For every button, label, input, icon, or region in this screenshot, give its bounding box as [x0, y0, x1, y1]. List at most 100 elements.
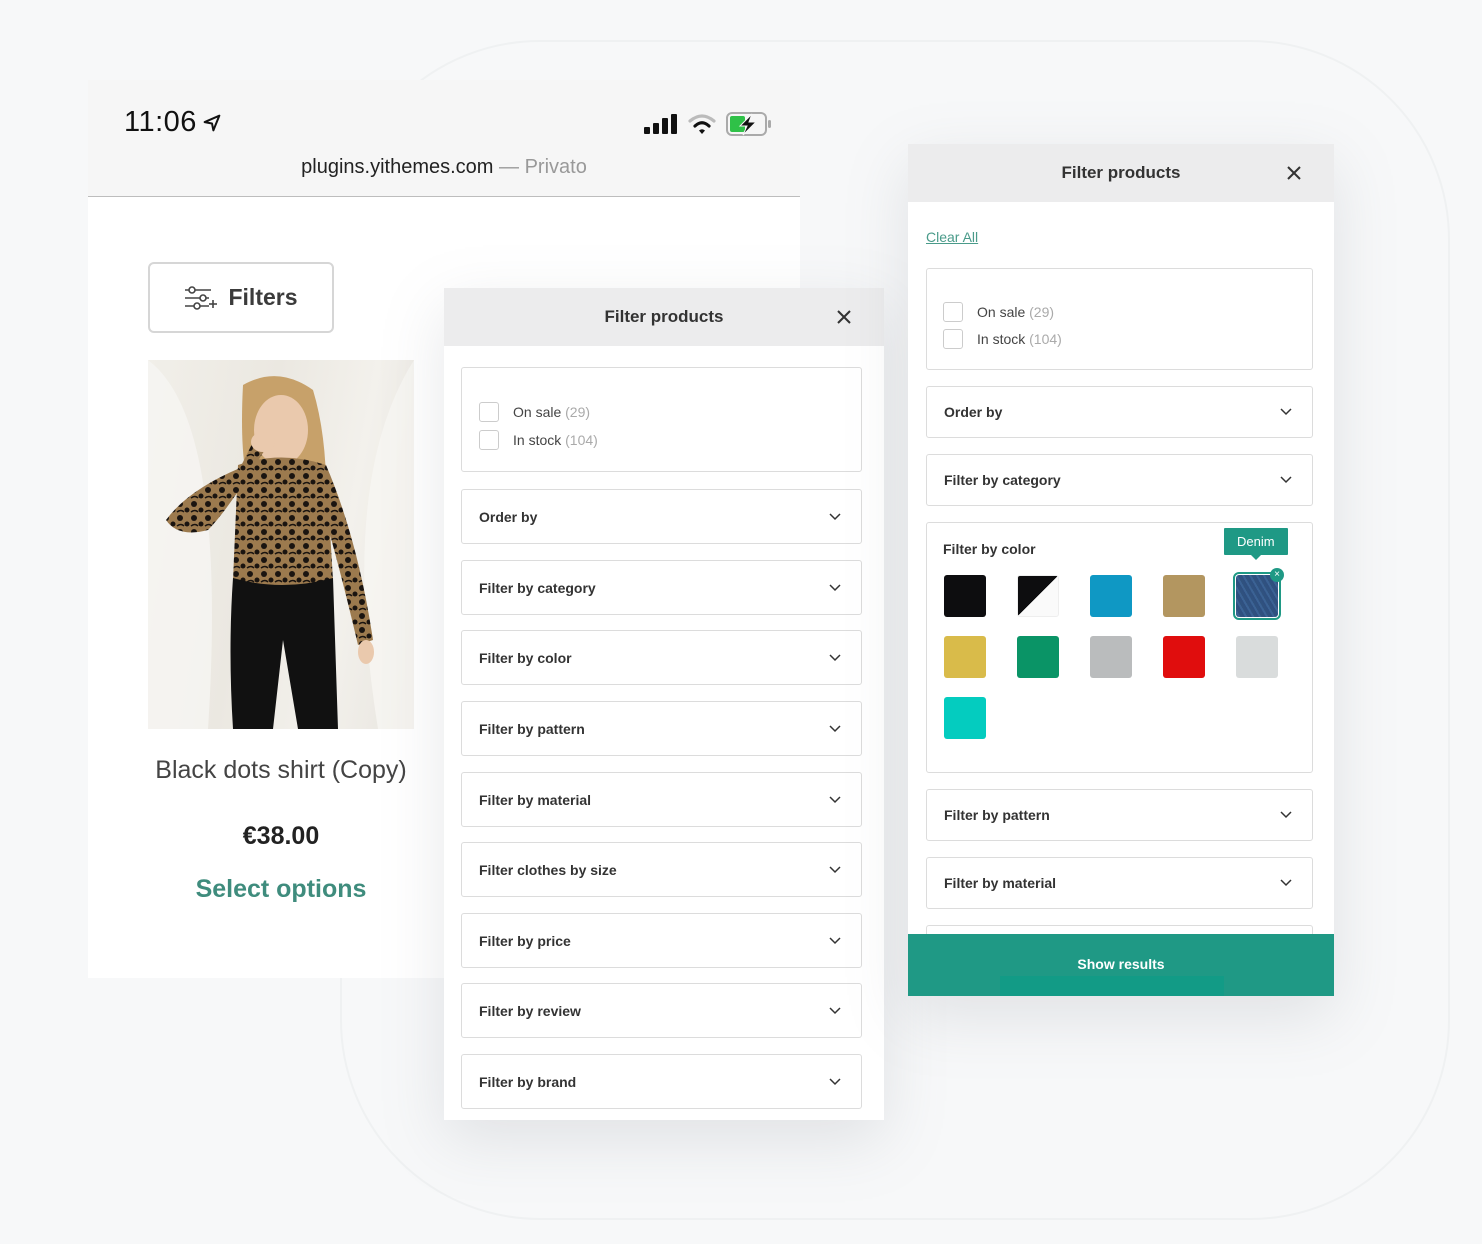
- color-swatch-yellow[interactable]: [944, 636, 986, 678]
- chevron-down-icon: [829, 1006, 841, 1014]
- checkbox[interactable]: [943, 329, 963, 349]
- chevron-down-icon: [829, 724, 841, 732]
- panel-header: Filter products: [908, 144, 1334, 202]
- color-swatch-green[interactable]: [1017, 636, 1059, 678]
- accordion-label: Filter by material: [479, 791, 592, 808]
- accordion-label: Filter by brand: [479, 1073, 577, 1090]
- button-highlight: [1000, 976, 1224, 996]
- accordion-filter-pattern[interactable]: Filter by pattern: [461, 701, 862, 756]
- accordion-label: Order by: [479, 508, 538, 525]
- status-clock: 11:06: [124, 106, 223, 139]
- accordion-filter-price[interactable]: Filter by price: [461, 913, 862, 968]
- product-photo-illustration: [148, 360, 414, 729]
- accordion-filter-material[interactable]: Filter by material: [461, 772, 862, 827]
- select-options-button[interactable]: Select options: [138, 875, 424, 904]
- color-swatch-black-white[interactable]: [1017, 575, 1059, 617]
- accordion-filter-brand[interactable]: Filter by brand: [461, 1054, 862, 1109]
- close-icon[interactable]: [836, 309, 852, 325]
- accordion-label: Filter by category: [944, 472, 1061, 488]
- chevron-down-icon: [829, 583, 841, 591]
- accordion-label: Order by: [944, 404, 1003, 420]
- close-icon[interactable]: [1286, 165, 1302, 181]
- color-filter-section: Filter by color Denim ×: [926, 522, 1313, 773]
- accordion-label: Filter by price: [479, 932, 571, 949]
- filters-button-label: Filters: [228, 284, 298, 310]
- signal-bars-icon: [644, 114, 677, 134]
- accordion-label: Filter by material: [944, 875, 1057, 891]
- battery-charging-icon: [726, 112, 771, 136]
- url-domain: plugins.yithemes.com: [301, 156, 494, 178]
- checkbox-on-sale[interactable]: On sale (29): [943, 302, 1054, 322]
- wifi-icon: [688, 113, 716, 134]
- color-swatch-turquoise[interactable]: [944, 697, 986, 739]
- accordion-label: Filter clothes by size: [479, 861, 617, 878]
- filter-panel-collapsed: Filter products On sale (29) In stock (1…: [444, 288, 884, 1120]
- checkbox[interactable]: [479, 402, 499, 422]
- accordion-filter-material[interactable]: Filter by material: [926, 857, 1313, 909]
- status-icons: [644, 112, 772, 136]
- checkbox-count: (104): [1029, 331, 1062, 347]
- accordion-label: Filter by color: [479, 649, 572, 666]
- checkbox-in-stock[interactable]: In stock (104): [943, 329, 1062, 349]
- panel-title: Filter products: [1061, 163, 1181, 182]
- color-swatch-light-grey[interactable]: [1236, 636, 1278, 678]
- clock-time: 11:06: [124, 106, 197, 138]
- chevron-down-icon: [829, 795, 841, 803]
- product-title[interactable]: Black dots shirt (Copy): [138, 756, 424, 784]
- filters-button[interactable]: Filters: [148, 262, 334, 333]
- accordion-filter-category[interactable]: Filter by category: [926, 454, 1313, 506]
- accordion-label: Filter by category: [479, 579, 596, 596]
- accordion-filter-review[interactable]: Filter by review: [461, 983, 862, 1038]
- clear-all-link[interactable]: Clear All: [926, 229, 978, 245]
- filter-panel-expanded: Filter products Clear All On sale (29) I…: [908, 144, 1334, 996]
- accordion-filter-category[interactable]: Filter by category: [461, 560, 862, 615]
- checkbox-label: In stock: [977, 331, 1026, 347]
- checkbox[interactable]: [943, 302, 963, 322]
- color-filter-title[interactable]: Filter by color: [943, 541, 1036, 557]
- location-arrow-icon: [203, 114, 221, 131]
- url-separator: —: [493, 156, 525, 178]
- accordion-order-by[interactable]: Order by: [926, 386, 1313, 438]
- chevron-down-icon: [829, 865, 841, 873]
- accordion-label: Filter by pattern: [479, 720, 585, 737]
- color-swatch-denim[interactable]: [1233, 572, 1281, 620]
- sliders-icon: [185, 285, 218, 310]
- checkbox-label: On sale: [977, 304, 1026, 320]
- address-bar[interactable]: plugins.yithemes.com — Privato: [88, 156, 800, 179]
- checkbox-in-stock[interactable]: In stock (104): [479, 430, 598, 450]
- stock-filter-box: On sale (29) In stock (104): [926, 268, 1313, 370]
- private-mode-label: Privato: [524, 156, 587, 178]
- chevron-down-icon: [829, 512, 841, 520]
- panel-header: Filter products: [444, 288, 884, 346]
- accordion-filter-size[interactable]: Filter clothes by size: [461, 842, 862, 897]
- checkbox-on-sale[interactable]: On sale (29): [479, 402, 590, 422]
- product-price: €38.00: [242, 822, 320, 850]
- chevron-down-icon: [829, 653, 841, 661]
- chevron-down-icon: [1280, 879, 1292, 887]
- accordion-filter-color[interactable]: Filter by color: [461, 630, 862, 685]
- show-results-label: Show results: [1077, 956, 1165, 972]
- checkbox-label: In stock: [513, 432, 562, 448]
- chevron-down-icon: [1280, 476, 1292, 484]
- browser-status-bar: 11:06 plugins.yithemes.com — Privato: [88, 80, 800, 197]
- accordion-filter-pattern[interactable]: Filter by pattern: [926, 789, 1313, 841]
- product-image[interactable]: [148, 360, 414, 729]
- color-swatch-grey[interactable]: [1090, 636, 1132, 678]
- accordion-label: Filter by pattern: [944, 807, 1050, 823]
- accordion-order-by[interactable]: Order by: [461, 489, 862, 544]
- accordion-label: Filter by review: [479, 1002, 581, 1019]
- color-swatch-black[interactable]: [944, 575, 986, 617]
- chevron-down-icon: [1280, 408, 1292, 416]
- color-swatch-beige[interactable]: [1163, 575, 1205, 617]
- chevron-down-icon: [829, 936, 841, 944]
- color-swatch-red[interactable]: [1163, 636, 1205, 678]
- checkbox[interactable]: [479, 430, 499, 450]
- show-results-button[interactable]: Show results: [908, 934, 1334, 996]
- checkbox-count: (29): [1029, 304, 1055, 320]
- color-swatch-blue[interactable]: [1090, 575, 1132, 617]
- stock-filter-box: On sale (29) In stock (104): [461, 367, 862, 472]
- checkbox-label: On sale: [513, 404, 562, 420]
- checkbox-count: (29): [565, 404, 591, 420]
- chevron-down-icon: [1280, 811, 1292, 819]
- remove-selection-icon[interactable]: ×: [1270, 568, 1284, 582]
